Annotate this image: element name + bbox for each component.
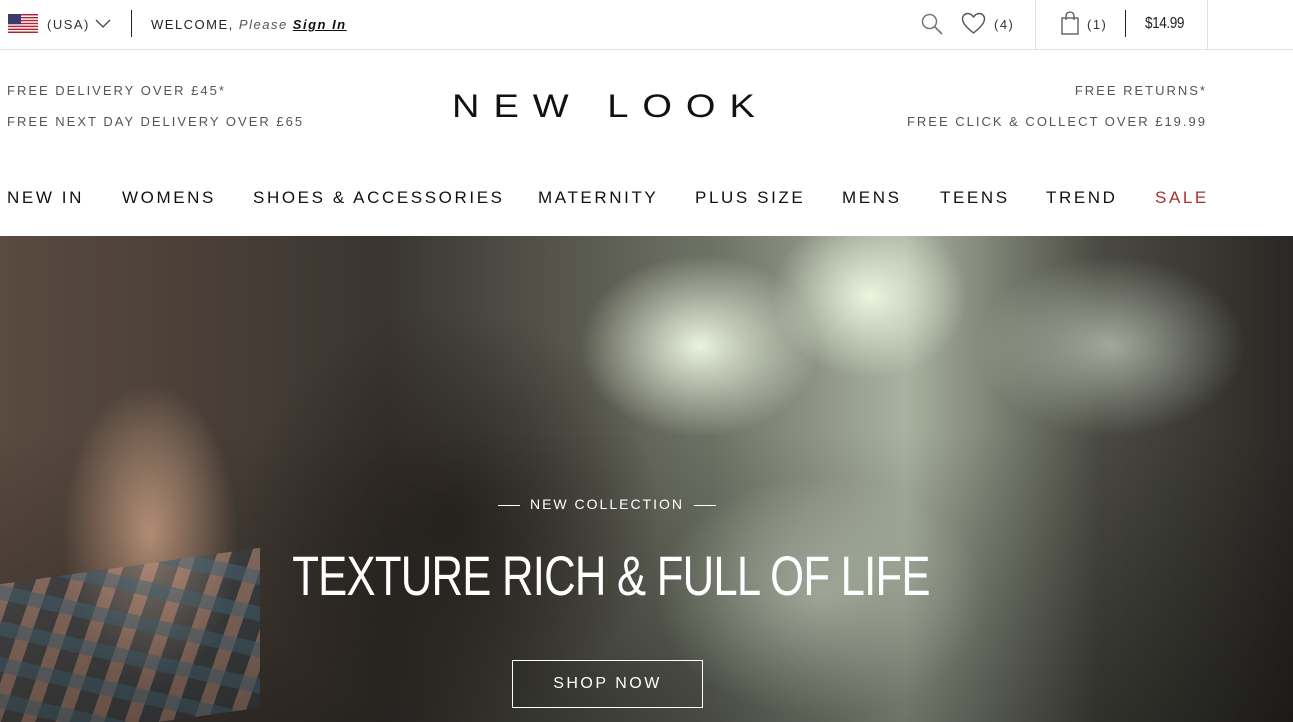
bag-total[interactable]: $14.99 [1145, 15, 1184, 33]
search-icon[interactable] [920, 12, 944, 36]
divider [1207, 0, 1208, 50]
main-navigation: NEW IN WOMENS SHOES & ACCESSORIES MATERN… [0, 188, 1293, 212]
nav-item-shoes-accessories[interactable]: SHOES & ACCESSORIES [253, 188, 505, 208]
heart-icon[interactable] [961, 12, 986, 35]
shopping-bag-icon[interactable] [1061, 11, 1079, 35]
promo-click-collect[interactable]: FREE CLICK & COLLECT OVER £19.99 [907, 114, 1207, 129]
promo-free-delivery[interactable]: FREE DELIVERY OVER £45* [7, 83, 226, 98]
hero-kicker: NEW COLLECTION [0, 496, 1214, 512]
nav-item-mens[interactable]: MENS [842, 188, 902, 208]
hero-headline: TEXTURE RICH & FULL OF LIFE [292, 544, 930, 607]
welcome-prefix: WELCOME, [151, 17, 234, 32]
nav-item-trend[interactable]: TREND [1046, 188, 1118, 208]
nav-item-maternity[interactable]: MATERNITY [538, 188, 658, 208]
welcome-message: WELCOME, Please Sign In [151, 17, 347, 32]
chevron-down-icon[interactable] [95, 16, 111, 30]
country-selector-label[interactable]: (USA) [47, 17, 90, 32]
wishlist-count[interactable]: (4) [994, 17, 1014, 32]
divider [131, 10, 132, 37]
sign-in-link[interactable]: Sign In [293, 17, 347, 32]
promo-free-returns[interactable]: FREE RETURNS* [1075, 83, 1207, 98]
kicker-line-right [694, 504, 716, 506]
hero-banner[interactable]: NEW COLLECTION TEXTURE RICH & FULL OF LI… [0, 236, 1293, 722]
bag-count[interactable]: (1) [1087, 17, 1107, 32]
nav-item-womens[interactable]: WOMENS [122, 188, 216, 208]
nav-item-sale[interactable]: SALE [1155, 188, 1209, 208]
nav-item-plus-size[interactable]: PLUS SIZE [695, 188, 805, 208]
nav-item-teens[interactable]: TEENS [940, 188, 1010, 208]
divider [1125, 10, 1126, 37]
promo-next-day-delivery[interactable]: FREE NEXT DAY DELIVERY OVER £65 [7, 114, 304, 129]
brand-logo[interactable]: NEW LOOK [452, 88, 776, 125]
divider [1035, 0, 1036, 50]
us-flag-icon[interactable] [8, 14, 38, 33]
kicker-line-left [497, 504, 520, 506]
shop-now-button[interactable]: SHOP NOW [512, 660, 703, 708]
top-utility-bar: (USA) WELCOME, Please Sign In (4) (1) $1… [0, 0, 1293, 50]
nav-item-new-in[interactable]: NEW IN [7, 188, 84, 208]
hero-kicker-text: NEW COLLECTION [529, 496, 684, 512]
hero-image-overlay [0, 236, 1293, 722]
welcome-please: Please [238, 17, 288, 32]
